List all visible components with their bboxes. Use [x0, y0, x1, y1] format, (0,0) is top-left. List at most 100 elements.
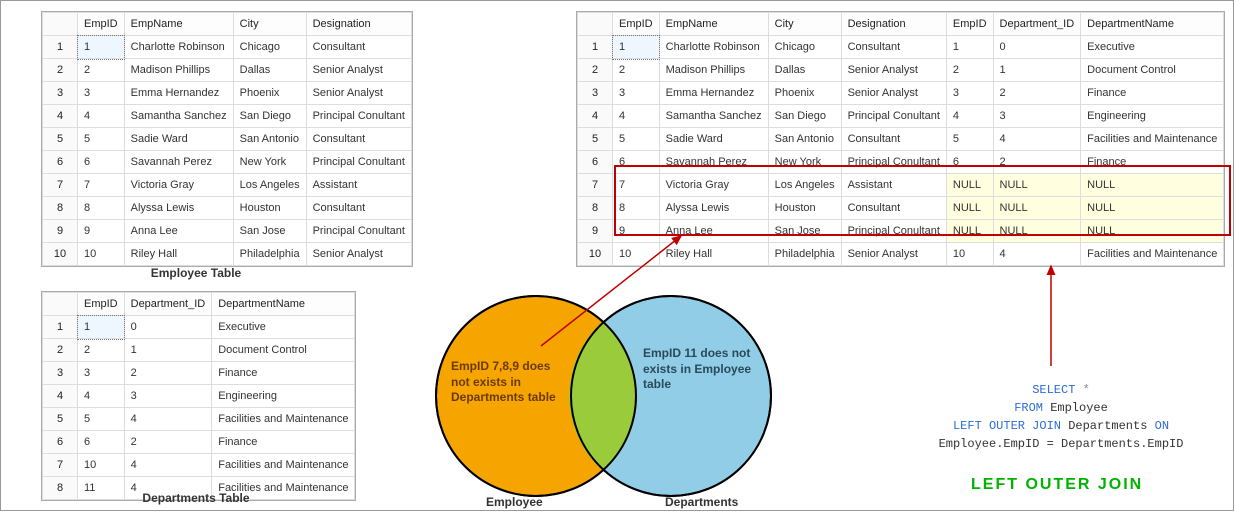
join-title: LEFT OUTER JOIN	[971, 476, 1143, 494]
col-empname: EmpName	[124, 13, 233, 36]
table-row: 99Anna LeeSan JosePrincipal Conultant	[43, 220, 412, 243]
cell-designation: Senior Analyst	[306, 59, 411, 82]
cell: 3	[613, 82, 660, 105]
cell-empid: 1	[78, 36, 125, 59]
rownum: 9	[43, 220, 78, 243]
cell: Sadie Ward	[659, 128, 768, 151]
cell-designation: Consultant	[306, 36, 411, 59]
cell-deptname: Engineering	[212, 385, 355, 408]
rownum: 2	[578, 59, 613, 82]
cell-empid: 10	[78, 243, 125, 266]
departments-table: EmpID Department_ID DepartmentName 110Ex…	[41, 291, 356, 501]
cell-empname: Sadie Ward	[124, 128, 233, 151]
table-row: 77Victoria GrayLos AngelesAssistant	[43, 174, 412, 197]
col-empid: EmpID	[78, 293, 125, 316]
table-row: 55Sadie WardSan AntonioConsultant	[43, 128, 412, 151]
rownum: 8	[43, 197, 78, 220]
cell: NULL	[1081, 220, 1224, 243]
cell-city: Houston	[233, 197, 306, 220]
cell: NULL	[946, 220, 993, 243]
cell-empid: 8	[78, 197, 125, 220]
table-row: 88Alyssa LewisHoustonConsultant	[43, 197, 412, 220]
cell: 5	[613, 128, 660, 151]
cell: 2	[993, 82, 1081, 105]
table-row: 44Samantha SanchezSan DiegoPrincipal Con…	[43, 105, 412, 128]
cell: Alyssa Lewis	[659, 197, 768, 220]
venn-left-text: EmpID 7,8,9 does not exists in Departmen…	[451, 359, 561, 406]
rownum: 3	[578, 82, 613, 105]
cell: Finance	[1081, 151, 1224, 174]
cell: 1	[613, 36, 660, 59]
table-row: 33Emma HernandezPhoenixSenior Analyst32F…	[578, 82, 1224, 105]
cell: Chicago	[768, 36, 841, 59]
table-row: 443Engineering	[43, 385, 355, 408]
table-row: 44Samantha SanchezSan DiegoPrincipal Con…	[578, 105, 1224, 128]
sql-from: FROM	[1014, 401, 1043, 415]
cell-empid: 6	[78, 151, 125, 174]
cell: Madison Phillips	[659, 59, 768, 82]
cell: Document Control	[1081, 59, 1224, 82]
cell-empid: 4	[78, 105, 125, 128]
cell-deptname: Facilities and Maintenance	[212, 454, 355, 477]
cell: Executive	[1081, 36, 1224, 59]
cell-empid: 3	[78, 362, 125, 385]
table-row: 66Savannah PerezNew YorkPrincipal Conult…	[578, 151, 1224, 174]
table-row: 662Finance	[43, 431, 355, 454]
cell-designation: Senior Analyst	[306, 82, 411, 105]
cell-deptid: 4	[124, 454, 212, 477]
table-row: 554Facilities and Maintenance	[43, 408, 355, 431]
cell-deptid: 2	[124, 431, 212, 454]
cell-deptname: Facilities and Maintenance	[212, 408, 355, 431]
col-empid: EmpID	[78, 13, 125, 36]
sql-code: SELECT * FROM Employee LEFT OUTER JOIN D…	[906, 381, 1216, 453]
cell: Principal Conultant	[841, 220, 946, 243]
rownum: 4	[43, 385, 78, 408]
col-deptid: Department_ID	[993, 13, 1081, 36]
cell-empid: 3	[78, 82, 125, 105]
cell: 7	[613, 174, 660, 197]
table-row: 55Sadie WardSan AntonioConsultant54Facil…	[578, 128, 1224, 151]
rownum: 1	[43, 36, 78, 59]
col-city: City	[768, 13, 841, 36]
cell-deptid: 0	[124, 316, 212, 339]
col-deptname: DepartmentName	[212, 293, 355, 316]
cell-city: Phoenix	[233, 82, 306, 105]
diagram-canvas: EmpID EmpName City Designation 11Charlot…	[0, 0, 1234, 511]
cell-empid: 4	[78, 385, 125, 408]
rownum: 1	[43, 316, 78, 339]
cell: Consultant	[841, 36, 946, 59]
cell: Engineering	[1081, 105, 1224, 128]
cell-empname: Emma Hernandez	[124, 82, 233, 105]
rownum: 6	[578, 151, 613, 174]
cell: Consultant	[841, 128, 946, 151]
table-row: 22Madison PhillipsDallasSenior Analyst21…	[578, 59, 1224, 82]
rownum: 3	[43, 82, 78, 105]
cell-city: San Diego	[233, 105, 306, 128]
table-row: 11Charlotte RobinsonChicagoConsultant10E…	[578, 36, 1224, 59]
cell: 3	[993, 105, 1081, 128]
rownum: 8	[578, 197, 613, 220]
sql-cond: Employee.EmpID = Departments.EmpID	[939, 437, 1184, 451]
cell: Savannah Perez	[659, 151, 768, 174]
cell-city: Dallas	[233, 59, 306, 82]
cell: San Antonio	[768, 128, 841, 151]
cell: NULL	[993, 197, 1081, 220]
table-row: 22Madison PhillipsDallasSenior Analyst	[43, 59, 412, 82]
cell-empid: 2	[78, 339, 125, 362]
cell-designation: Assistant	[306, 174, 411, 197]
cell-empid: 6	[78, 431, 125, 454]
cell-deptname: Document Control	[212, 339, 355, 362]
cell: 1	[946, 36, 993, 59]
cell-deptid: 1	[124, 339, 212, 362]
cell-empname: Savannah Perez	[124, 151, 233, 174]
col-empname: EmpName	[659, 13, 768, 36]
cell-city: Chicago	[233, 36, 306, 59]
cell-empname: Alyssa Lewis	[124, 197, 233, 220]
cell-empid: 10	[78, 454, 125, 477]
cell: 10	[946, 243, 993, 266]
sql-dept: Departments	[1061, 419, 1155, 433]
cell: NULL	[946, 197, 993, 220]
cell: 4	[946, 105, 993, 128]
cell-empid: 2	[78, 59, 125, 82]
table-row: 110Executive	[43, 316, 355, 339]
